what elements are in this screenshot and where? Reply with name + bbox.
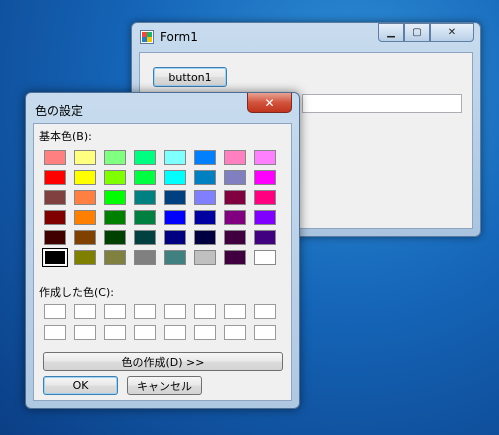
basic-color-swatch[interactable] [74,190,96,205]
basic-color-swatch[interactable] [164,170,186,185]
basic-color-swatch[interactable] [134,190,156,205]
dialog-title: 色の設定 [35,104,84,118]
basic-color-swatch[interactable] [254,210,276,225]
basic-color-swatch[interactable] [164,230,186,245]
basic-color-swatch[interactable] [104,150,126,165]
custom-color-swatch[interactable] [254,304,276,319]
close-button[interactable]: ✕ [430,23,474,42]
basic-color-swatch[interactable] [74,250,96,265]
custom-color-swatch[interactable] [104,304,126,319]
basic-color-swatch[interactable] [44,190,66,205]
basic-color-swatch[interactable] [74,210,96,225]
basic-color-swatch[interactable] [134,170,156,185]
basic-color-swatch[interactable] [44,230,66,245]
form1-title: Form1 [160,30,198,44]
basic-color-swatch[interactable] [224,150,246,165]
basic-color-swatch[interactable] [164,250,186,265]
basic-color-swatch[interactable] [44,210,66,225]
basic-color-swatch[interactable] [74,230,96,245]
custom-color-swatch[interactable] [104,325,126,340]
basic-color-swatch[interactable] [254,190,276,205]
ok-button[interactable]: OK [43,376,118,395]
basic-color-swatch[interactable] [194,230,216,245]
dialog-close-button[interactable]: ✕ [247,93,292,113]
basic-color-swatch[interactable] [194,250,216,265]
basic-color-swatch[interactable] [134,150,156,165]
basic-color-swatch[interactable] [254,230,276,245]
button1[interactable]: button1 [153,67,227,87]
basic-colors-label: 基本色(B): [39,130,92,143]
custom-color-swatch[interactable] [194,325,216,340]
basic-color-swatch[interactable] [194,190,216,205]
custom-color-swatch[interactable] [164,325,186,340]
cancel-button[interactable]: キャンセル [127,376,202,395]
dialog-client-area: 基本色(B): 作成した色(C): 色の作成(D) >> OK キャンセル [33,123,292,401]
custom-color-swatch[interactable] [74,304,96,319]
maximize-button[interactable]: ▢ [404,23,430,42]
basic-color-swatch[interactable] [254,150,276,165]
custom-colors-label: 作成した色(C): [39,286,114,299]
basic-color-swatch[interactable] [44,170,66,185]
basic-color-swatch[interactable] [194,210,216,225]
basic-color-swatch[interactable] [104,170,126,185]
custom-color-swatch[interactable] [134,304,156,319]
basic-color-swatch[interactable] [134,250,156,265]
color-dialog: 色の設定 ✕ 基本色(B): 作成した色(C): 色の作成(D) >> OK キ… [25,92,300,409]
custom-color-swatch[interactable] [224,325,246,340]
basic-color-swatch[interactable] [74,170,96,185]
custom-color-swatch[interactable] [44,325,66,340]
basic-color-swatch[interactable] [224,250,246,265]
define-custom-colors-button[interactable]: 色の作成(D) >> [43,352,283,371]
basic-color-swatch[interactable] [42,248,68,267]
textbox1[interactable] [302,94,462,113]
basic-color-swatch[interactable] [104,250,126,265]
form1-titlebar[interactable]: Form1 ▁ ▢ ✕ [132,23,480,50]
custom-color-swatch[interactable] [194,304,216,319]
basic-color-swatch[interactable] [194,170,216,185]
basic-color-swatch[interactable] [254,250,276,265]
basic-color-swatch[interactable] [224,210,246,225]
custom-color-swatch[interactable] [254,325,276,340]
custom-color-swatch[interactable] [134,325,156,340]
basic-color-swatch[interactable] [104,210,126,225]
basic-color-swatch[interactable] [104,190,126,205]
basic-color-swatch[interactable] [224,170,246,185]
basic-color-swatch[interactable] [134,210,156,225]
basic-color-swatch[interactable] [224,230,246,245]
custom-color-swatch[interactable] [44,304,66,319]
custom-colors-grid [44,304,276,340]
basic-color-swatch[interactable] [104,230,126,245]
basic-colors-grid [42,150,276,267]
basic-color-swatch[interactable] [44,150,66,165]
basic-color-swatch[interactable] [134,230,156,245]
custom-color-swatch[interactable] [74,325,96,340]
custom-color-swatch[interactable] [224,304,246,319]
basic-color-swatch[interactable] [164,150,186,165]
app-icon [140,30,154,44]
minimize-button[interactable]: ▁ [378,23,404,42]
basic-color-swatch[interactable] [164,210,186,225]
basic-color-swatch[interactable] [74,150,96,165]
custom-color-swatch[interactable] [164,304,186,319]
basic-color-swatch[interactable] [194,150,216,165]
basic-color-swatch[interactable] [224,190,246,205]
caption-buttons: ▁ ▢ ✕ [378,23,474,42]
basic-color-swatch[interactable] [254,170,276,185]
basic-color-swatch[interactable] [164,190,186,205]
